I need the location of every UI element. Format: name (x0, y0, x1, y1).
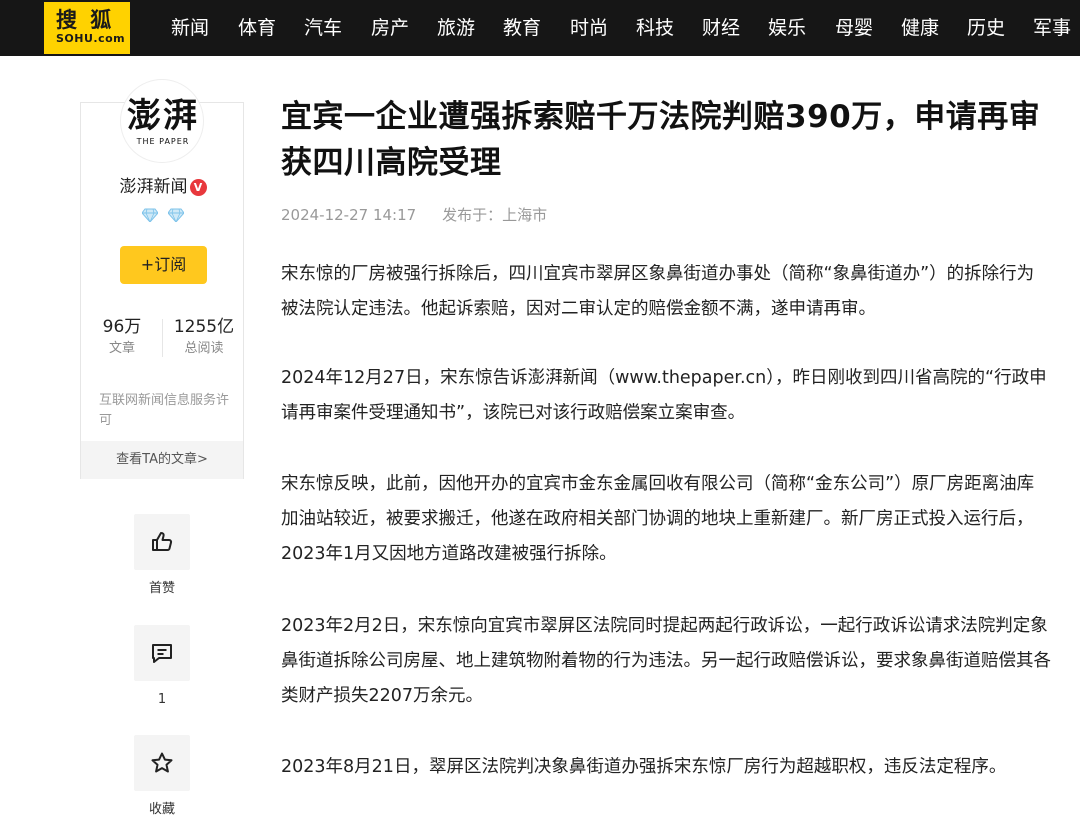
view-author-articles-link[interactable]: 查看TA的文章> (81, 441, 243, 479)
nav-item-health[interactable]: 健康 (901, 14, 939, 42)
comment-button[interactable] (134, 625, 190, 681)
logo-sub-text: SOHU.com (56, 32, 126, 45)
comment-icon (152, 644, 172, 663)
article-paragraph: 2023年8月21日，翠屏区法院判决象鼻街道办强拆宋东惊厂房行为超越职权，违反法… (281, 757, 1007, 777)
article-title: 宜宾一企业遭强拆索赔千万法院判赔390万，申请再审获四川高院受理 (281, 99, 1041, 181)
nav-item-news[interactable]: 新闻 (171, 14, 209, 42)
stat-articles: 96万 文章 (81, 315, 163, 359)
nav-item-history[interactable]: 历史 (967, 14, 1005, 42)
article-paragraph: 宋东惊反映，此前，因他开办的宜宾市金东金属回收有限公司（简称“金东公司”）原厂房… (281, 474, 1035, 564)
nav-item-parenting[interactable]: 母婴 (835, 14, 873, 42)
comment-count: 1 (157, 692, 167, 707)
avatar-logo-text: 澎湃 (127, 96, 199, 136)
nav-item-sports[interactable]: 体育 (238, 14, 276, 42)
like-label: 首赞 (148, 581, 175, 596)
verified-icon: V (189, 179, 207, 196)
nav-item-travel[interactable]: 旅游 (437, 14, 475, 42)
nav-item-military[interactable]: 军事 (1033, 14, 1071, 42)
nav-item-tech[interactable]: 科技 (636, 14, 674, 42)
favorite-button[interactable] (134, 735, 190, 791)
article-meta: 2024-12-27 14:17 发布于：上海市 (281, 204, 547, 226)
nav-item-finance[interactable]: 财经 (702, 14, 740, 42)
subscribe-button[interactable]: +订阅 (120, 246, 207, 284)
article-paragraph: 2024年12月27日，宋东惊告诉澎湃新闻（www.thepaper.cn），昨… (281, 368, 1047, 423)
author-name[interactable]: 澎湃新闻 (120, 177, 188, 197)
like-action: 首赞 (134, 514, 190, 598)
author-name-row: 澎湃新闻 V (81, 175, 245, 199)
comment-action: 1 (134, 625, 190, 709)
favorite-label: 收藏 (148, 802, 175, 817)
article-date: 2024-12-27 14:17 (281, 206, 417, 224)
stat-articles-label: 文章 (108, 341, 135, 356)
logo-main-text: 搜 狐 (56, 8, 115, 32)
top-navbar: 搜 狐 SOHU.com 新闻 体育 汽车 房产 旅游 教育 时尚 科技 财经 … (0, 0, 1080, 56)
star-icon (151, 752, 173, 773)
article-paragraph: 宋东惊的厂房被强行拆除后，四川宜宾市翠屏区象鼻街道办事处（简称“象鼻街道办”）的… (281, 264, 1035, 319)
thumbs-up-icon (152, 532, 173, 551)
nav-item-education[interactable]: 教育 (503, 14, 541, 42)
diamond-icon (167, 208, 184, 222)
favorite-action: 收藏 (134, 735, 190, 819)
stat-total-reads: 1255亿 总阅读 (163, 315, 245, 359)
sohu-logo[interactable]: 搜 狐 SOHU.com (44, 2, 130, 54)
nav-item-auto[interactable]: 汽车 (304, 14, 342, 42)
like-button[interactable] (134, 514, 190, 570)
stat-articles-value: 96万 (102, 317, 142, 337)
article-location: 发布于：上海市 (442, 206, 548, 224)
nav-item-house[interactable]: 房产 (371, 14, 409, 42)
author-stats: 96万 文章 1255亿 总阅读 (81, 315, 245, 363)
article-paragraph: 2023年2月2日，宋东惊向宜宾市翠屏区法院同时提起两起行政诉讼，一起行政诉讼请… (281, 616, 1051, 706)
stat-reads-value: 1255亿 (173, 317, 235, 337)
news-license-text[interactable]: 互联网新闻信息服务许可 (99, 391, 229, 431)
avatar-logo-subtext: THE PAPER (136, 137, 190, 146)
nav-item-entertainment[interactable]: 娱乐 (768, 14, 806, 42)
author-level-badges (81, 207, 245, 226)
author-avatar[interactable]: 澎湃 THE PAPER (120, 79, 204, 163)
nav-item-fashion[interactable]: 时尚 (570, 14, 608, 42)
diamond-icon (142, 208, 159, 222)
author-card: 澎湃 THE PAPER 澎湃新闻 V +订阅 96万 文章 1255亿 总阅读 … (80, 79, 245, 479)
stat-reads-label: 总阅读 (184, 341, 224, 356)
